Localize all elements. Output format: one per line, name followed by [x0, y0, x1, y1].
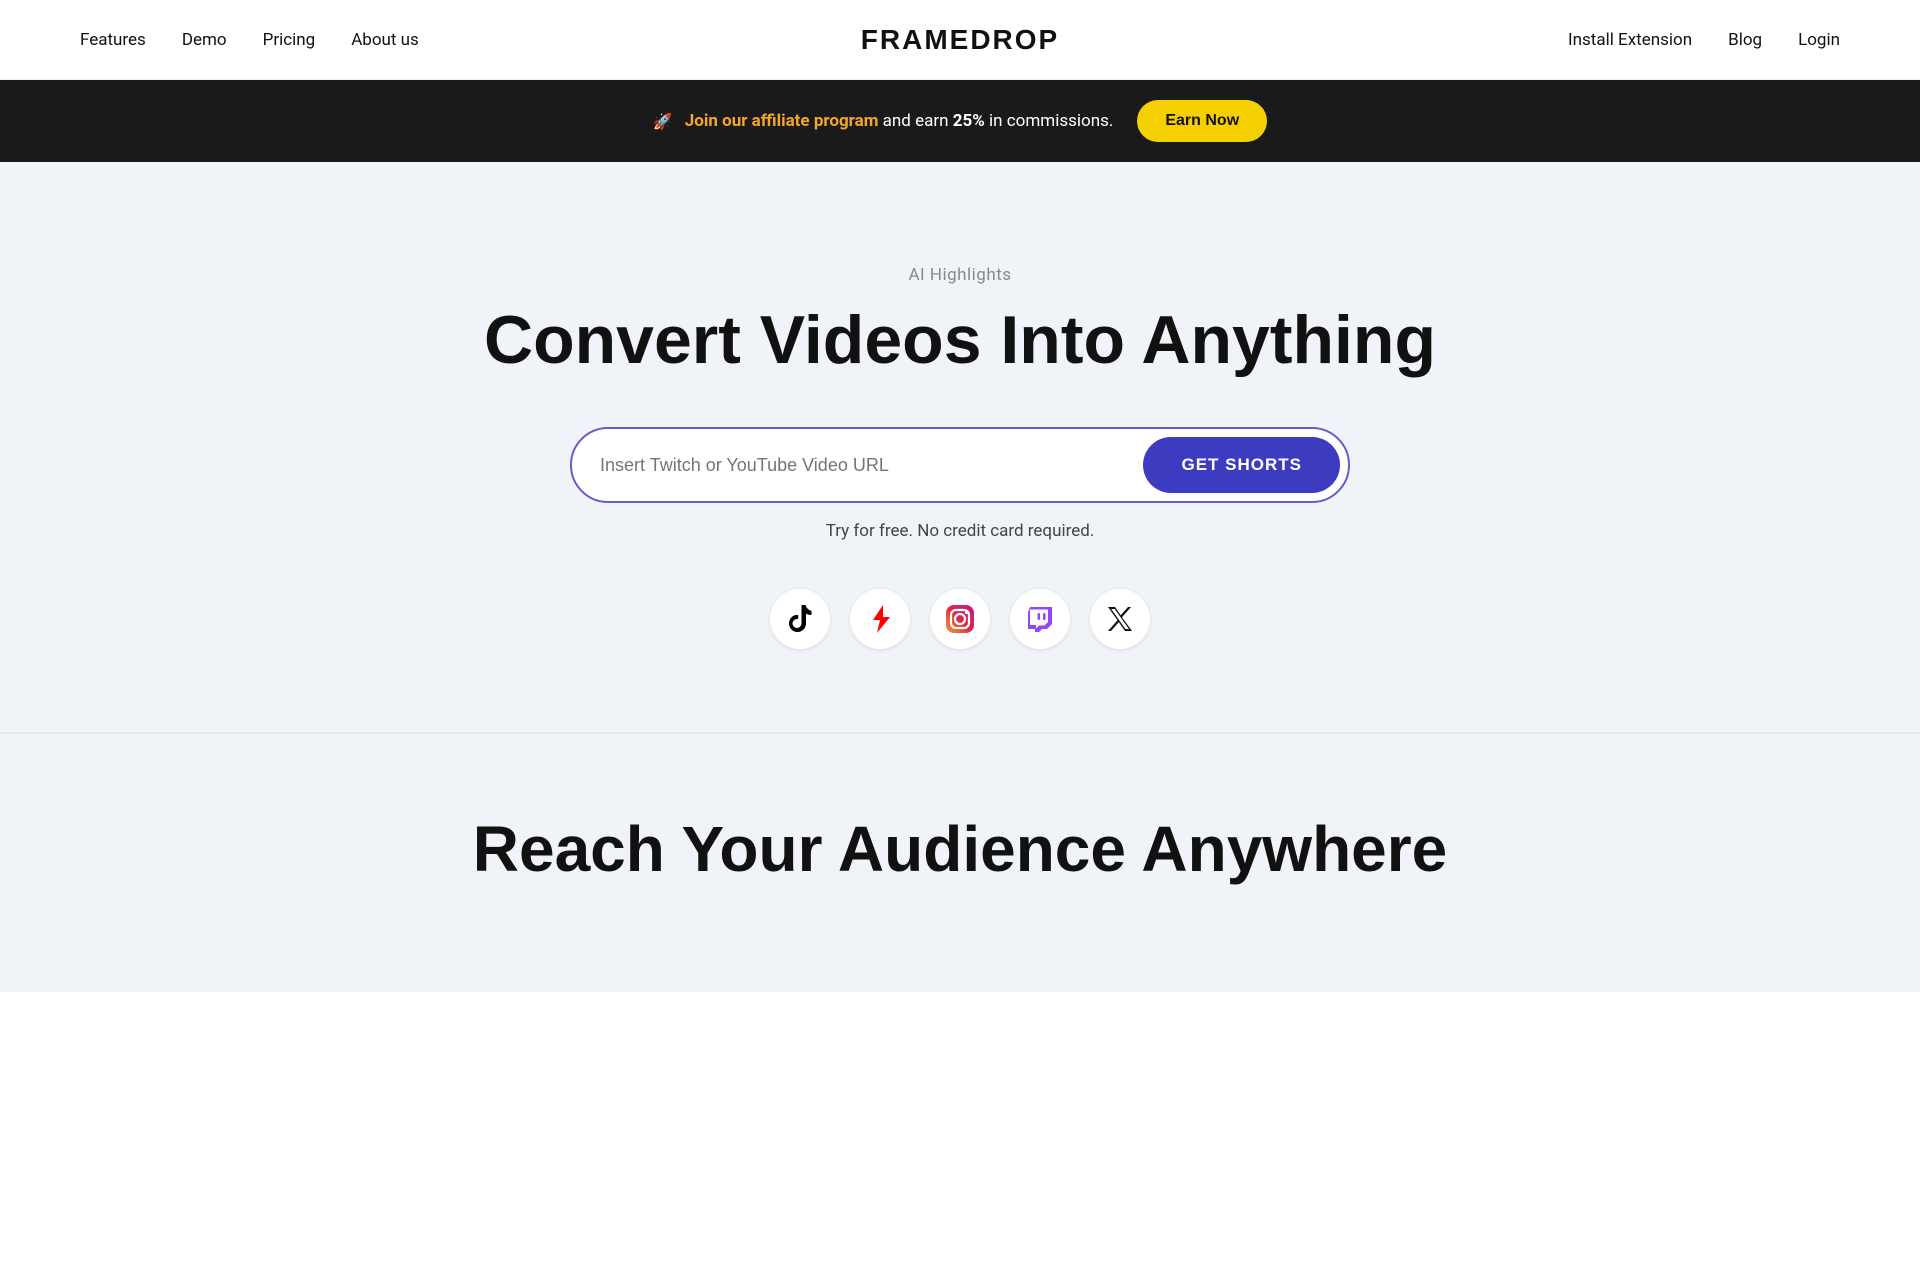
banner-bold-percent: 25%	[953, 111, 985, 131]
url-form: GET SHORTS	[570, 427, 1350, 503]
nav-right: Install Extension Blog Login	[1568, 30, 1840, 50]
hero-subtitle: AI Highlights	[908, 265, 1011, 285]
hero-title: Convert Videos Into Anything	[484, 303, 1436, 378]
get-shorts-button[interactable]: GET SHORTS	[1143, 437, 1340, 493]
section-2: Reach Your Audience Anywhere	[0, 732, 1920, 992]
nav-login[interactable]: Login	[1798, 30, 1840, 50]
nav-about[interactable]: About us	[351, 30, 419, 50]
free-text: Try for free. No credit card required.	[826, 521, 1095, 541]
earn-now-button[interactable]: Earn Now	[1137, 100, 1267, 142]
nav-blog[interactable]: Blog	[1728, 30, 1762, 50]
section-2-title: Reach Your Audience Anywhere	[473, 814, 1448, 884]
nav-install-extension[interactable]: Install Extension	[1568, 30, 1692, 50]
banner-text: Join our affiliate program and earn 25% …	[685, 111, 1114, 131]
hero-section: AI Highlights Convert Videos Into Anythi…	[0, 162, 1920, 732]
url-input[interactable]	[600, 455, 1143, 476]
tiktok-icon[interactable]	[770, 589, 830, 649]
x-twitter-icon[interactable]	[1090, 589, 1150, 649]
banner-after-bold: in commissions.	[985, 111, 1114, 131]
nav-demo[interactable]: Demo	[182, 30, 227, 50]
banner-middle: and earn	[878, 111, 952, 131]
navbar: Features Demo Pricing About us FRAMEDROP…	[0, 0, 1920, 80]
affiliate-link[interactable]: Join our affiliate program	[685, 111, 879, 131]
nav-pricing[interactable]: Pricing	[263, 30, 316, 50]
social-icons	[770, 589, 1150, 649]
instagram-icon[interactable]	[930, 589, 990, 649]
nav-features[interactable]: Features	[80, 30, 146, 50]
nav-left: Features Demo Pricing About us	[80, 30, 419, 50]
youtube-shorts-icon[interactable]	[850, 589, 910, 649]
site-logo[interactable]: FRAMEDROP	[861, 24, 1059, 56]
twitch-icon[interactable]	[1010, 589, 1070, 649]
rocket-emoji: 🚀	[653, 112, 673, 131]
affiliate-banner: 🚀 Join our affiliate program and earn 25…	[0, 80, 1920, 162]
